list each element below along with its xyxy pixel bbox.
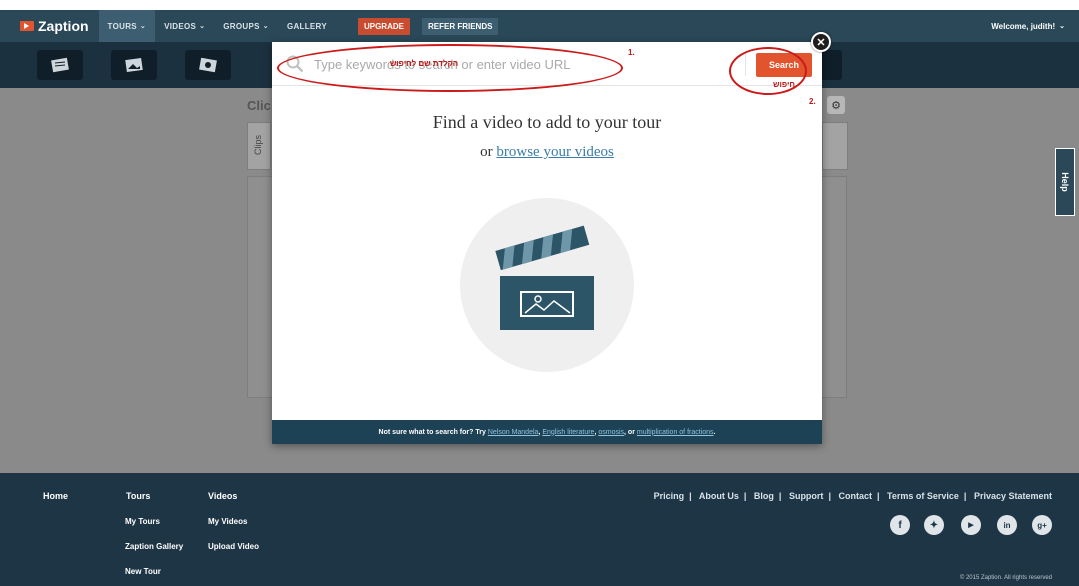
close-icon[interactable]: ✕: [811, 32, 831, 52]
chevron-down-icon: ⌄: [262, 23, 269, 30]
nav-tours[interactable]: TOURS ⌄: [98, 10, 156, 42]
nav-videos[interactable]: VIDEOS ⌄: [155, 10, 214, 42]
nav-videos-label: VIDEOS: [164, 21, 197, 31]
footer-link[interactable]: New Tour: [125, 567, 161, 576]
footer-link[interactable]: Contact: [838, 491, 872, 501]
photo-icon: [199, 57, 217, 73]
suggestion-link[interactable]: osmosis: [598, 429, 624, 436]
facebook-icon[interactable]: f: [890, 515, 910, 535]
footer-link[interactable]: Upload Video: [208, 542, 259, 551]
nav-groups-label: GROUPS: [223, 21, 260, 31]
annotation-step-1: 1.: [628, 48, 635, 57]
linkedin-icon[interactable]: in: [997, 515, 1017, 535]
top-nav: Zaption TOURS ⌄ VIDEOS ⌄ GROUPS ⌄ GALLERY U…: [0, 10, 1079, 42]
footer-prefix: Not sure what to search for? Try: [378, 428, 486, 436]
browse-videos-link[interactable]: browse your videos: [496, 144, 613, 160]
footer-link[interactable]: Support: [789, 491, 824, 501]
annotation-hebrew-search: הקלדת שם לחיפוש: [389, 59, 459, 68]
logo-text: Zaption: [38, 18, 89, 34]
footer-link[interactable]: My Tours: [125, 517, 160, 526]
clips-tab[interactable]: Clips: [247, 122, 271, 170]
nav-gallery[interactable]: GALLERY: [278, 10, 336, 42]
play-icon: [20, 21, 34, 31]
zaption-logo[interactable]: Zaption: [0, 10, 99, 42]
modal-heading: Find a video to add to your tour: [432, 112, 662, 132]
copyright: © 2015 Zaption. All rights reserved: [959, 575, 1052, 581]
help-label: Help: [1060, 172, 1071, 192]
footer-home[interactable]: Home: [43, 491, 68, 501]
page-title-fragment: Clic: [247, 98, 271, 113]
suggestion-link[interactable]: multiplication of fractions: [637, 429, 714, 436]
footer-or: or: [627, 428, 635, 436]
suggestion-link[interactable]: English literature: [542, 429, 594, 436]
youtube-icon[interactable]: ▶: [961, 515, 981, 535]
footer-tours-heading[interactable]: Tours: [126, 491, 150, 501]
site-footer: Home Tours My Tours Zaption Gallery New …: [0, 473, 1079, 586]
nav-gallery-label: GALLERY: [286, 21, 327, 31]
or-text: or: [480, 144, 493, 160]
tool-button-2[interactable]: [111, 50, 157, 80]
clips-tab-label: Clips: [253, 134, 263, 155]
annotation-hebrew-button: חיפוש: [773, 80, 795, 89]
clapperboard-icon: [495, 225, 594, 330]
footer-link[interactable]: Pricing: [654, 491, 685, 501]
chevron-down-icon: ⌄: [199, 23, 206, 30]
find-video-modal: Search Find a video to add to your tour …: [272, 42, 822, 444]
browse-line: or browse your videos: [272, 144, 822, 161]
help-tab[interactable]: Help: [1055, 148, 1075, 216]
welcome-text: Welcome, judith!: [991, 21, 1056, 31]
tool-button-3[interactable]: [185, 50, 231, 80]
annotation-step-2: 2.: [809, 97, 816, 106]
tool-button-1[interactable]: [37, 50, 83, 80]
suggestion-link[interactable]: Nelson Mandela: [488, 429, 539, 436]
footer-videos-heading[interactable]: Videos: [208, 491, 237, 501]
upgrade-button[interactable]: UPGRADE: [357, 17, 410, 35]
welcome-menu[interactable]: Welcome, judith! ⌄: [991, 10, 1065, 42]
footer-link[interactable]: Privacy Statement: [974, 491, 1052, 501]
tool-button-right[interactable]: [820, 50, 842, 80]
footer-link[interactable]: Zaption Gallery: [125, 542, 183, 551]
side-box: [822, 122, 848, 170]
nav-tours-label: TOURS: [107, 21, 137, 31]
slide-icon: [51, 57, 69, 73]
nav-groups[interactable]: GROUPS ⌄: [214, 10, 278, 42]
googleplus-icon[interactable]: g+: [1032, 515, 1052, 535]
chevron-down-icon: ⌄: [1059, 23, 1065, 30]
clapperboard-illustration: [460, 198, 634, 372]
gear-icon[interactable]: ⚙: [827, 96, 845, 114]
twitter-icon[interactable]: ✦: [924, 515, 944, 535]
refer-friends-button[interactable]: REFER FRIENDS: [421, 17, 499, 35]
annotation-circle-search: [277, 44, 623, 92]
footer-link[interactable]: Terms of Service: [887, 491, 959, 501]
modal-footer: Not sure what to search for? Try Nelson …: [272, 420, 822, 444]
chevron-down-icon: ⌄: [139, 23, 147, 30]
image-icon: [125, 57, 143, 73]
footer-link[interactable]: My Videos: [208, 517, 247, 526]
footer-links: Pricing | About Us | Blog | Support | Contac…: [653, 491, 1052, 501]
footer-link[interactable]: Blog: [754, 491, 774, 501]
footer-link[interactable]: About Us: [699, 491, 739, 501]
